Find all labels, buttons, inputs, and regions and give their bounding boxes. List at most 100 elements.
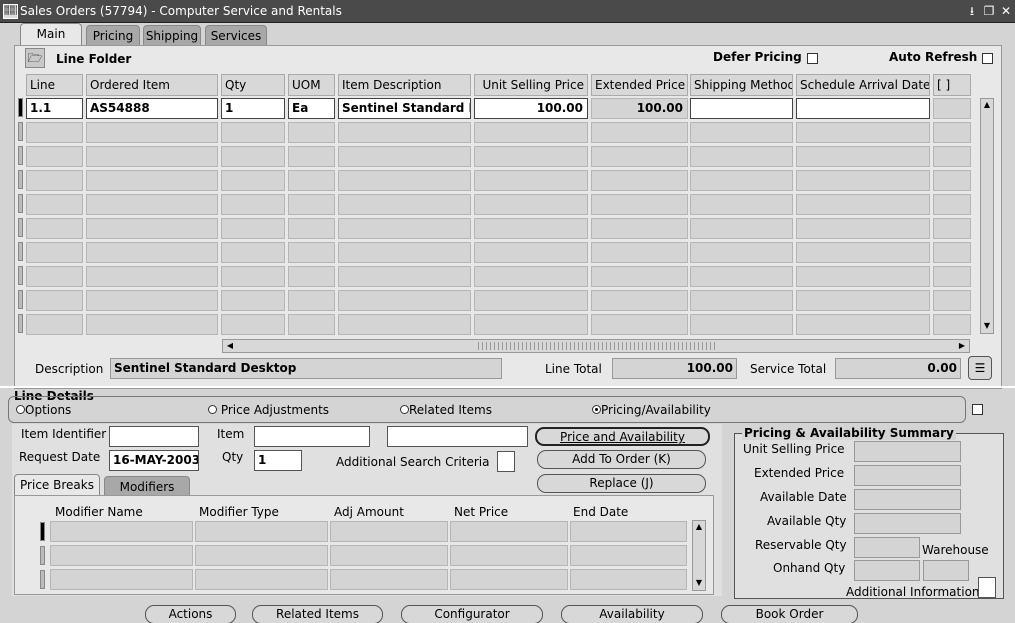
- grid-cell-empty[interactable]: [26, 170, 83, 191]
- radio-selected-icon[interactable]: [592, 405, 601, 414]
- radio-price-adjustments[interactable]: Price Adjustments: [208, 403, 329, 417]
- scroll-down-icon[interactable]: ▼: [694, 578, 704, 587]
- radio-icon[interactable]: [400, 405, 409, 414]
- grid-cell-empty[interactable]: [796, 314, 930, 335]
- grid-cell-empty[interactable]: [474, 170, 588, 191]
- grid-cell-empty[interactable]: [591, 314, 688, 335]
- scroll-up-icon[interactable]: ▲: [694, 522, 704, 531]
- grid-cell-empty[interactable]: [933, 194, 971, 215]
- col-header-qty[interactable]: Qty: [221, 74, 285, 96]
- grid-cell-empty[interactable]: [338, 218, 471, 239]
- cell-ordered-item[interactable]: AS54888: [86, 98, 218, 119]
- col-header-uom[interactable]: UOM: [288, 74, 335, 96]
- grid-cell-empty[interactable]: [796, 242, 930, 263]
- grid-cell-empty[interactable]: [86, 290, 218, 311]
- price-break-cell[interactable]: [570, 569, 687, 590]
- grid-cell-empty[interactable]: [86, 242, 218, 263]
- scroll-up-icon[interactable]: ▲: [982, 100, 992, 112]
- grid-cell-empty[interactable]: [26, 266, 83, 287]
- row-marker[interactable]: [40, 546, 45, 565]
- scroll-left-icon[interactable]: ◀: [224, 340, 236, 352]
- grid-cell-empty[interactable]: [690, 242, 793, 263]
- close-icon[interactable]: ✕: [999, 4, 1013, 18]
- grid-cell-empty[interactable]: [474, 218, 588, 239]
- price-break-cell[interactable]: [195, 569, 328, 590]
- grid-cell-empty[interactable]: [933, 242, 971, 263]
- grid-cell-empty[interactable]: [933, 170, 971, 191]
- grid-cell-empty[interactable]: [221, 218, 285, 239]
- grid-cell-empty[interactable]: [86, 314, 218, 335]
- grid-cell-empty[interactable]: [86, 146, 218, 167]
- price-break-cell[interactable]: [570, 521, 687, 542]
- grid-cell-empty[interactable]: [933, 146, 971, 167]
- cell-uom[interactable]: Ea: [288, 98, 335, 119]
- grid-cell-empty[interactable]: [474, 266, 588, 287]
- grid-cell-empty[interactable]: [338, 266, 471, 287]
- line-details-checkbox[interactable]: [972, 404, 983, 415]
- grid-cell-empty[interactable]: [338, 290, 471, 311]
- grid-cell-empty[interactable]: [474, 146, 588, 167]
- grid-cell-empty[interactable]: [933, 314, 971, 335]
- row-marker[interactable]: [18, 146, 23, 165]
- grid-cell-empty[interactable]: [288, 266, 335, 287]
- radio-icon[interactable]: [16, 405, 25, 414]
- grid-cell-empty[interactable]: [474, 242, 588, 263]
- grid-cell-empty[interactable]: [591, 194, 688, 215]
- price-break-cell[interactable]: [450, 569, 568, 590]
- radio-pricing-availability[interactable]: Pricing/Availability: [592, 403, 711, 417]
- grid-cell-empty[interactable]: [26, 314, 83, 335]
- price-breaks-scrollbar[interactable]: ▲ ▼: [692, 520, 706, 591]
- row-marker[interactable]: [18, 218, 23, 237]
- price-break-cell[interactable]: [330, 569, 448, 590]
- grid-cell-empty[interactable]: [796, 290, 930, 311]
- grid-cell-empty[interactable]: [86, 122, 218, 143]
- grid-cell-empty[interactable]: [221, 170, 285, 191]
- row-marker[interactable]: [18, 122, 23, 141]
- grid-cell-empty[interactable]: [26, 290, 83, 311]
- cell-item-description[interactable]: Sentinel Standard D: [338, 98, 471, 119]
- radio-options[interactable]: Options: [16, 403, 71, 417]
- grid-cell-empty[interactable]: [690, 290, 793, 311]
- tab-main[interactable]: Main: [20, 23, 82, 47]
- item-identifier-input[interactable]: [109, 426, 199, 447]
- price-and-availability-button[interactable]: Price and Availability: [535, 427, 710, 446]
- row-marker[interactable]: [40, 570, 45, 589]
- grid-cell-empty[interactable]: [338, 194, 471, 215]
- grid-cell-empty[interactable]: [474, 314, 588, 335]
- grid-cell-empty[interactable]: [933, 218, 971, 239]
- grid-cell-empty[interactable]: [796, 218, 930, 239]
- grid-horizontal-scrollbar[interactable]: ◀ ▶: [222, 339, 970, 353]
- price-break-cell[interactable]: [450, 521, 568, 542]
- grid-cell-empty[interactable]: [591, 146, 688, 167]
- tab-shipping[interactable]: Shipping: [143, 25, 201, 47]
- grid-cell-empty[interactable]: [690, 194, 793, 215]
- grid-cell-empty[interactable]: [288, 170, 335, 191]
- price-break-cell[interactable]: [195, 545, 328, 566]
- scroll-down-icon[interactable]: ▼: [982, 321, 992, 333]
- grid-cell-empty[interactable]: [690, 146, 793, 167]
- col-header-extended-price[interactable]: Extended Price: [591, 74, 688, 96]
- grid-cell-empty[interactable]: [288, 242, 335, 263]
- tab-pricing[interactable]: Pricing: [86, 25, 140, 47]
- grid-cell-empty[interactable]: [288, 122, 335, 143]
- grid-cell-empty[interactable]: [221, 314, 285, 335]
- grid-cell-empty[interactable]: [86, 170, 218, 191]
- grid-cell-empty[interactable]: [690, 218, 793, 239]
- grid-cell-empty[interactable]: [591, 290, 688, 311]
- grid-cell-empty[interactable]: [221, 194, 285, 215]
- minimize-icon[interactable]: ⭳: [965, 4, 979, 18]
- grid-cell-empty[interactable]: [288, 194, 335, 215]
- grid-cell-empty[interactable]: [796, 146, 930, 167]
- availability-button[interactable]: Availability: [561, 605, 703, 623]
- grid-cell-empty[interactable]: [221, 146, 285, 167]
- scroll-right-icon[interactable]: ▶: [956, 340, 968, 352]
- grid-cell-empty[interactable]: [933, 266, 971, 287]
- price-break-cell[interactable]: [195, 521, 328, 542]
- price-break-cell[interactable]: [570, 545, 687, 566]
- actions-button[interactable]: Actions: [145, 605, 236, 623]
- radio-related-items[interactable]: Related Items: [400, 403, 492, 417]
- auto-refresh-checkbox[interactable]: [982, 53, 993, 64]
- grid-cell-empty[interactable]: [474, 122, 588, 143]
- cell-extra[interactable]: [933, 98, 971, 119]
- grid-cell-empty[interactable]: [86, 194, 218, 215]
